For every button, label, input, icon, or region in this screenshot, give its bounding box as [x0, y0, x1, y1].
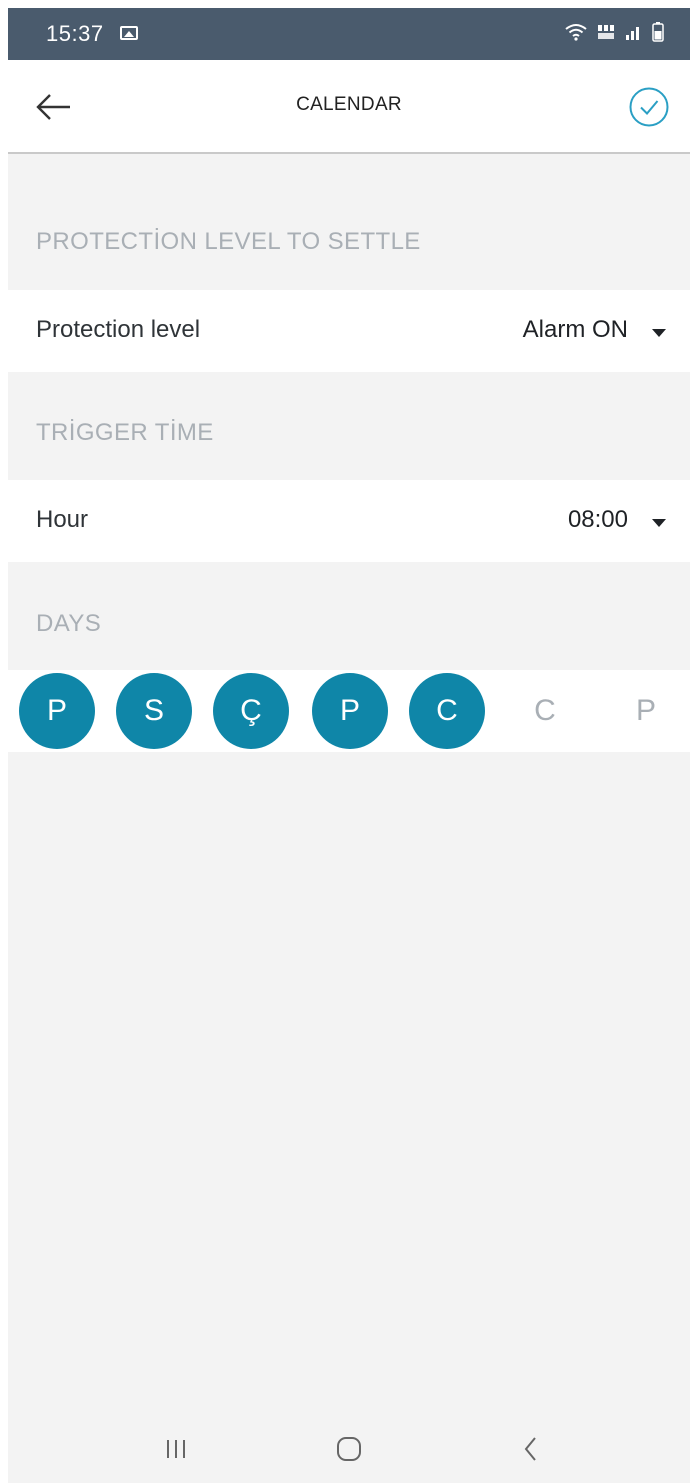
volte-lte-icon [596, 23, 616, 41]
status-icons [565, 22, 664, 42]
system-nav-bar [8, 1415, 690, 1483]
protection-level-dropdown[interactable]: Alarm ON [523, 316, 666, 344]
hour-value: 08:00 [567, 506, 628, 533]
signal-icon [625, 24, 643, 40]
status-bar: 15:37 [8, 8, 690, 60]
gallery-notification-icon [120, 26, 138, 40]
confirm-button[interactable] [628, 86, 670, 128]
protection-level-label: Protection level [36, 316, 201, 343]
day-toggle-7[interactable]: P [608, 673, 684, 749]
home-icon [337, 1437, 361, 1461]
day-toggle-2[interactable]: S [116, 673, 192, 749]
day-toggle-3[interactable]: Ç [213, 673, 289, 749]
nav-back-button[interactable] [511, 1431, 551, 1467]
protection-level-value: Alarm ON [522, 316, 628, 343]
day-toggle-1[interactable]: P [19, 673, 95, 749]
caret-down-icon [652, 329, 666, 337]
day-toggle-4[interactable]: P [312, 673, 388, 749]
check-circle-icon [629, 87, 669, 127]
caret-down-icon [652, 519, 666, 527]
page-title: CALENDAR [296, 94, 402, 115]
hour-row[interactable]: Hour 08:00 [8, 480, 690, 562]
section-heading-trigger-time: TRİGGER TİME [36, 419, 214, 446]
hour-dropdown[interactable]: 08:00 [568, 506, 666, 534]
screen: 15:37 CALENDAR PROTECTİON LEVEL TO SETTL… [8, 8, 690, 1483]
section-heading-protection: PROTECTİON LEVEL TO SETTLE [36, 228, 421, 255]
app-header: CALENDAR [8, 60, 690, 154]
protection-level-row[interactable]: Protection level Alarm ON [8, 290, 690, 372]
day-toggle-5[interactable]: C [409, 673, 485, 749]
nav-home-button[interactable] [329, 1431, 369, 1467]
recents-icon [167, 1440, 185, 1458]
section-heading-days: DAYS [36, 610, 102, 637]
days-selector: P S Ç P C C P [8, 670, 690, 752]
status-time: 15:37 [46, 21, 104, 46]
hour-label: Hour [36, 506, 89, 533]
chevron-left-icon [524, 1437, 536, 1461]
day-toggle-6[interactable]: C [507, 673, 583, 749]
wifi-icon [565, 23, 587, 41]
battery-icon [652, 22, 664, 42]
nav-recents-button[interactable] [156, 1431, 196, 1467]
